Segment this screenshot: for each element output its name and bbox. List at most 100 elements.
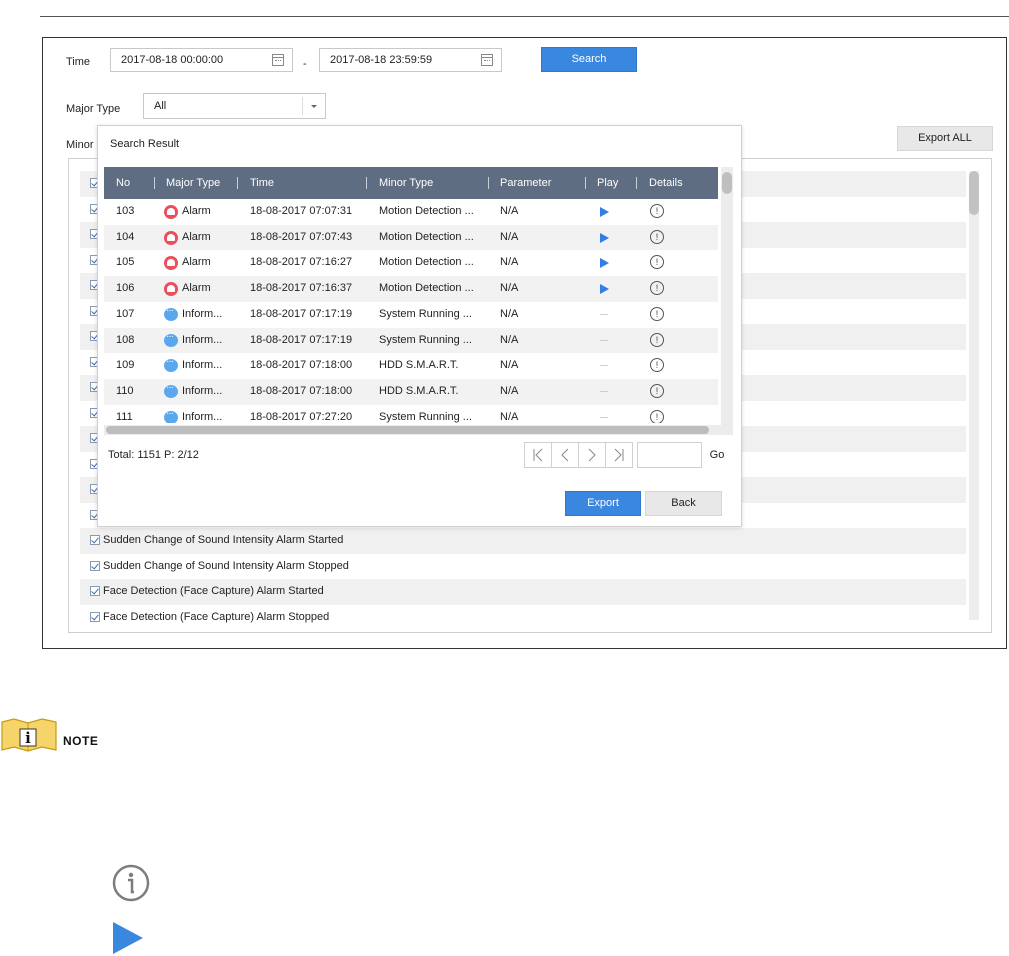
cell-major-type: Inform...: [182, 333, 223, 346]
checkbox[interactable]: [90, 560, 100, 571]
alarm-bell-icon: [164, 282, 178, 297]
cell-minor-type: System Running ...: [379, 333, 472, 346]
cell-minor-type: HDD S.M.A.R.T.: [379, 384, 459, 397]
table-row[interactable]: 103 Alarm 18-08-2017 07:07:31 Motion Det…: [104, 199, 718, 225]
cell-time: 18-08-2017 07:16:27: [250, 256, 353, 269]
alarm-bell-icon: [164, 205, 178, 219]
no-playback-icon: [600, 313, 608, 315]
cell-parameter: N/A: [500, 256, 519, 269]
scrollbar-thumb[interactable]: [722, 172, 732, 194]
checkbox[interactable]: [90, 611, 100, 622]
cell-no: 104: [116, 230, 135, 243]
details-icon[interactable]: !: [650, 229, 664, 244]
cell-parameter: N/A: [500, 230, 519, 243]
export-all-button[interactable]: Export ALL: [897, 126, 993, 151]
list-item[interactable]: Face Detection (Face Capture) Alarm Stop…: [80, 605, 966, 631]
column-header-major-type[interactable]: Major Type: [166, 167, 220, 199]
column-divider: [488, 177, 489, 189]
details-icon[interactable]: !: [650, 409, 664, 423]
table-row[interactable]: 106 Alarm 18-08-2017 07:16:37 Motion Det…: [104, 276, 718, 302]
select-divider: [302, 97, 303, 115]
play-icon[interactable]: [600, 258, 609, 269]
cell-parameter: N/A: [500, 307, 519, 320]
details-icon[interactable]: !: [650, 383, 664, 398]
cell-time: 18-08-2017 07:18:00: [250, 359, 353, 372]
details-icon[interactable]: !: [650, 204, 664, 218]
no-playback-icon: [600, 339, 608, 341]
column-header-no[interactable]: No: [116, 167, 130, 199]
table-row[interactable]: 105 Alarm 18-08-2017 07:16:27 Motion Det…: [104, 250, 718, 276]
details-icon[interactable]: !: [650, 255, 664, 270]
details-icon[interactable]: !: [650, 332, 664, 347]
next-page-button[interactable]: [578, 442, 606, 468]
cell-time: 18-08-2017 07:18:00: [250, 384, 353, 397]
cell-no: 110: [116, 384, 134, 397]
table-row[interactable]: 111 Inform... 18-08-2017 07:27:20 System…: [104, 401, 718, 423]
checkbox[interactable]: [90, 586, 100, 596]
column-header-minor-type[interactable]: Minor Type: [379, 167, 433, 199]
information-icon: [164, 401, 178, 423]
column-header-details[interactable]: Details: [649, 167, 683, 199]
search-result-dialog: Search Result No Major Type Time Minor T…: [97, 125, 742, 527]
cell-minor-type: Motion Detection ...: [379, 205, 474, 217]
table-horizontal-scrollbar[interactable]: [104, 425, 733, 435]
cell-time: 18-08-2017 07:07:31: [250, 205, 353, 217]
details-icon[interactable]: !: [650, 358, 664, 373]
last-page-button[interactable]: [605, 442, 633, 468]
major-type-select[interactable]: All: [143, 93, 326, 119]
checkbox[interactable]: [90, 535, 100, 545]
play-icon[interactable]: [600, 284, 609, 295]
go-button[interactable]: Go: [702, 442, 732, 468]
table-row[interactable]: 110 Inform... 18-08-2017 07:18:00 HDD S.…: [104, 375, 718, 405]
pagination: [524, 442, 633, 468]
cell-minor-type: HDD S.M.A.R.T.: [379, 359, 459, 372]
table-row[interactable]: 104 Alarm 18-08-2017 07:07:43 Motion Det…: [104, 224, 718, 251]
back-button[interactable]: Back: [645, 491, 722, 516]
play-icon[interactable]: [600, 207, 609, 217]
column-divider: [366, 177, 367, 189]
first-page-icon: [533, 448, 543, 462]
previous-page-button[interactable]: [551, 442, 579, 468]
scrollbar-thumb[interactable]: [106, 426, 709, 434]
list-item[interactable]: Sudden Change of Sound Intensity Alarm S…: [80, 554, 966, 580]
end-time-field[interactable]: 2017-08-18 23:59:59: [319, 48, 502, 72]
calendar-icon[interactable]: [272, 54, 284, 66]
cell-minor-type: Motion Detection ...: [379, 256, 474, 269]
table-row[interactable]: 108 Inform... 18-08-2017 07:17:19 System…: [104, 324, 718, 354]
column-header-parameter[interactable]: Parameter: [500, 167, 551, 199]
cell-no: 105: [116, 256, 135, 269]
cell-no: 103: [116, 205, 135, 217]
table-row[interactable]: 109 Inform... 18-08-2017 07:18:00 HDD S.…: [104, 349, 718, 379]
play-icon[interactable]: [600, 232, 609, 243]
first-page-button[interactable]: [524, 442, 552, 468]
information-icon: [164, 298, 178, 323]
table-vertical-scrollbar[interactable]: [721, 167, 733, 435]
list-item[interactable]: Sudden Change of Sound Intensity Alarm S…: [80, 528, 966, 554]
information-icon: [164, 349, 178, 375]
list-item[interactable]: Face Detection (Face Capture) Alarm Star…: [80, 579, 966, 605]
calendar-icon[interactable]: [481, 54, 493, 66]
export-button[interactable]: Export: [565, 491, 641, 516]
table-row[interactable]: 107 Inform... 18-08-2017 07:17:19 System…: [104, 298, 718, 328]
minor-type-label: Minor: [66, 139, 94, 151]
list-scrollbar[interactable]: [969, 171, 979, 620]
column-header-time[interactable]: Time: [250, 167, 274, 199]
details-icon[interactable]: !: [650, 281, 664, 296]
scrollbar-thumb[interactable]: [969, 171, 979, 215]
start-time-field[interactable]: 2017-08-18 00:00:00: [110, 48, 293, 72]
column-divider: [237, 177, 238, 189]
cell-parameter: N/A: [500, 282, 519, 295]
cell-minor-type: System Running ...: [379, 410, 472, 423]
column-header-play[interactable]: Play: [597, 167, 618, 199]
time-label: Time: [66, 56, 91, 68]
search-button[interactable]: Search: [541, 47, 637, 72]
dialog-title: Search Result: [110, 138, 180, 150]
details-icon[interactable]: !: [650, 306, 664, 321]
note-book-icon: i: [1, 718, 57, 752]
cell-major-type: Inform...: [182, 307, 223, 320]
cell-no: 111: [116, 410, 133, 423]
no-playback-icon: [600, 390, 608, 392]
cell-time: 18-08-2017 07:07:43: [250, 230, 353, 243]
page-number-input[interactable]: [637, 442, 702, 468]
cell-major-type: Inform...: [182, 359, 223, 372]
